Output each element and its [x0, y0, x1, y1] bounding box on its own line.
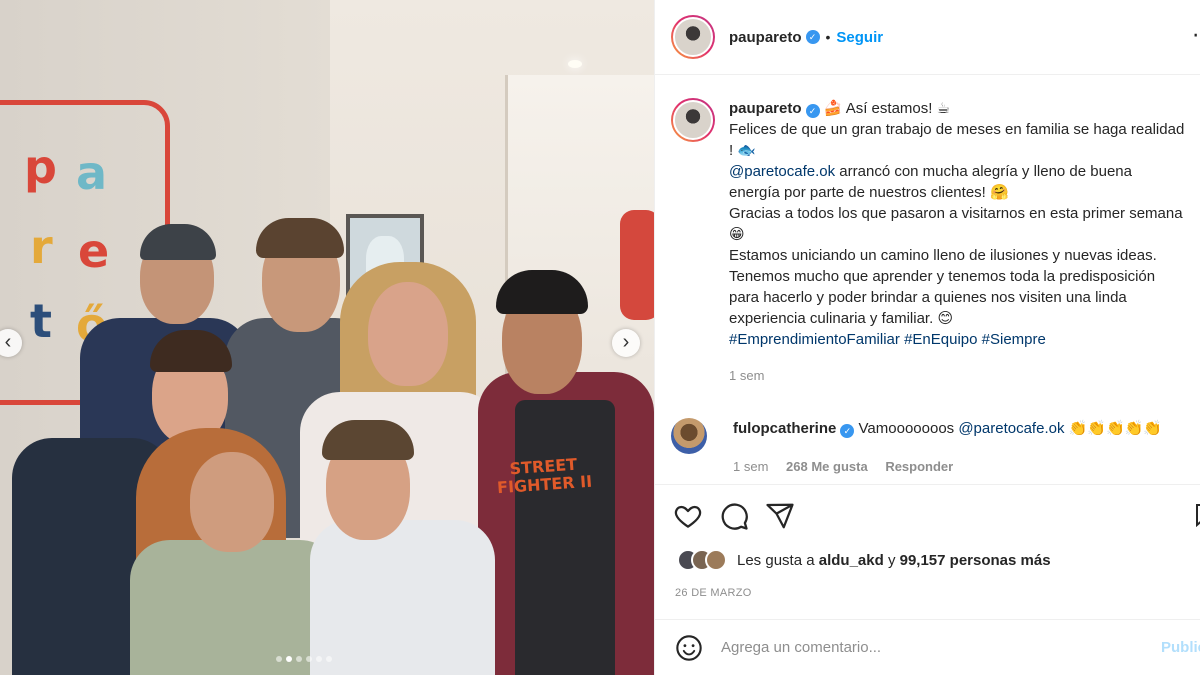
logo-letter-e: e [78, 224, 110, 278]
logo-letter-r: r [30, 220, 53, 274]
caption-title: Así estamos! [845, 100, 933, 117]
share-icon[interactable] [765, 501, 795, 531]
photo-red-object [620, 210, 654, 320]
add-comment-bar: Publicar [655, 619, 1200, 675]
logo-letter-a: a [76, 146, 108, 200]
comment-body: fulopcatherine ✓ Vamooooooos @paretocafe.… [733, 418, 1162, 478]
author-avatar[interactable] [671, 15, 715, 59]
smile-emoji-icon: 😊 [937, 310, 954, 327]
grin-emoji-icon: 😁 [729, 226, 745, 243]
verified-badge-icon: ✓ [805, 104, 820, 118]
post-side-panel: paupareto ✓ • Seguir ⋯ paupareto✓ 🍰 Así … [654, 0, 1200, 675]
caption-text: paupareto ✓ 🍰 Así estamos! ☕ Felices de q… [729, 98, 1200, 386]
publish-button[interactable]: Publicar [1161, 639, 1200, 656]
hashtag-link[interactable]: #Siempre [982, 331, 1046, 348]
verified-badge-icon: ✓ [805, 30, 820, 44]
comment-item: fulopcatherine ✓ Vamooooooos @paretocafe.… [671, 418, 1162, 478]
carousel-dot [276, 656, 282, 662]
post-photo[interactable]: p a r e t ő STREET FIGHTER II ‹ › [0, 0, 654, 675]
comment-icon[interactable] [719, 501, 749, 531]
carousel-dots [276, 656, 332, 662]
hashtag-link[interactable]: #EmprendimientoFamiliar [729, 331, 900, 348]
photo-ceiling-light [568, 60, 582, 68]
caption-line: Estamos uniciando un camino lleno de ilu… [729, 247, 1157, 264]
caption-author-avatar[interactable] [671, 98, 715, 142]
bookmark-icon[interactable] [1195, 503, 1200, 527]
caption-line: Gracias a todos los que pasaron a visita… [729, 205, 1183, 222]
hashtag-link[interactable]: #EnEquipo [904, 331, 977, 348]
reply-button[interactable]: Responder [885, 459, 953, 474]
logo-letter-p: p [24, 140, 57, 194]
author-username[interactable]: paupareto [729, 29, 802, 46]
comments-section[interactable]: paupareto ✓ 🍰 Así estamos! ☕ Felices de q… [655, 76, 1200, 484]
liker-avatar[interactable] [705, 549, 727, 571]
comment-timestamp[interactable]: 1 sem [733, 459, 768, 474]
carousel-dot [306, 656, 312, 662]
logo-letter-t: t [30, 294, 52, 348]
likes-count[interactable]: 99,157 personas más [900, 552, 1051, 569]
likes-prefix: Les gusta a [737, 551, 815, 569]
header-separator: • [825, 29, 831, 45]
hug-emoji-icon: 🤗 [990, 184, 1009, 201]
follow-button[interactable]: Seguir [836, 29, 883, 46]
liker-username[interactable]: aldu_akd [819, 552, 884, 569]
carousel-dot [296, 656, 302, 662]
caption-mention-link[interactable]: @paretocafe.ok [729, 163, 835, 180]
verified-badge-icon: ✓ [840, 424, 855, 438]
likes-middle: y [887, 551, 896, 569]
caption-line: experiencia culinaria y familiar. [729, 310, 934, 327]
caption-line: ! [729, 142, 734, 159]
action-icons [673, 501, 795, 531]
comment-text: Vamooooooos [858, 420, 955, 437]
coffee-emoji-icon: ☕ [936, 100, 951, 117]
post-header: paupareto ✓ • Seguir ⋯ [655, 0, 1200, 75]
comment-input[interactable] [721, 639, 1141, 656]
heart-icon[interactable] [673, 501, 703, 531]
more-dots-icon[interactable]: ⋯ [1192, 22, 1200, 48]
photo-next-arrow[interactable]: › [612, 329, 640, 357]
likes-summary: Les gusta a aldu_akd y 99,157 personas m… [677, 549, 1051, 571]
caption-username[interactable]: paupareto [729, 100, 802, 117]
cake-emoji-icon: 🍰 [823, 100, 843, 117]
caption-timestamp[interactable]: 1 sem [729, 365, 1200, 386]
commenter-username[interactable]: fulopcatherine [733, 420, 836, 437]
carousel-dot [316, 656, 322, 662]
carousel-dot-active [286, 656, 292, 662]
caption-line: para hacerlo y poder brindar a quienes n… [729, 289, 1127, 306]
fish-emoji-icon: 🐟 [737, 142, 757, 159]
caption: paupareto ✓ 🍰 Así estamos! ☕ Felices de q… [671, 98, 1200, 386]
caption-line: arrancó con mucha alegría y lleno de bue… [839, 163, 1132, 180]
caption-line: Tenemos mucho que aprender y tenemos tod… [729, 268, 1156, 285]
clap-emoji-icon: 👏👏👏👏👏 [1068, 420, 1163, 437]
carousel-dot [326, 656, 332, 662]
emoji-icon[interactable] [675, 634, 703, 662]
post-date[interactable]: 26 DE MARZO [675, 587, 752, 599]
post-actions: Les gusta a aldu_akd y 99,157 personas m… [655, 484, 1200, 619]
caption-line: Felices de que un gran trabajo de meses … [729, 121, 1185, 138]
comment-mention-link[interactable]: @paretocafe.ok [958, 420, 1064, 437]
commenter-avatar[interactable] [671, 418, 707, 454]
comment-meta: 1 sem 268 Me gusta Responder [733, 456, 1162, 478]
caption-line: energía por parte de nuestros clientes! [729, 184, 986, 201]
comment-likes[interactable]: 268 Me gusta [786, 459, 868, 474]
